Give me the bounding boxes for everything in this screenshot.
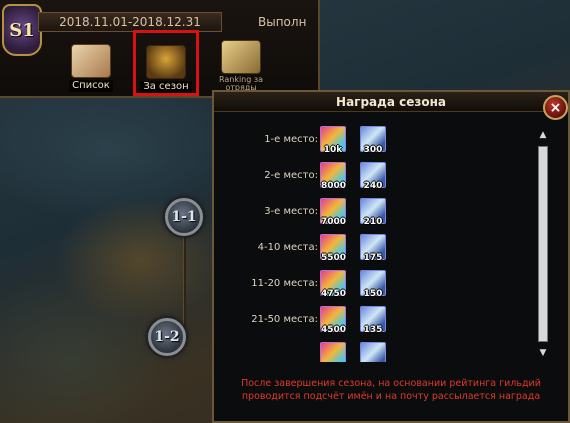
helmet-icon[interactable]: 175 (360, 234, 386, 263)
reward-note-line: После завершения сезона, на основании ре… (241, 378, 541, 389)
rainbow-crystal-icon[interactable]: 5500 (320, 234, 347, 263)
tab-ranking[interactable]: Ranking за отряды (208, 36, 274, 92)
map-node-label: 1-1 (171, 209, 197, 225)
helmet-icon[interactable]: 210 (360, 198, 386, 227)
tab-label: За сезон (140, 81, 192, 93)
reward-quantity: 4750 (321, 289, 347, 299)
header-right-title: Выполн (258, 15, 307, 29)
season-badge-label: S1 (9, 19, 35, 41)
map-node-label: 1-2 (154, 329, 180, 345)
reward-row: 3-е место: 7000 210 (214, 198, 534, 234)
reward-row-partial (214, 342, 534, 362)
rainbow-crystal-icon[interactable] (320, 342, 346, 362)
reward-note: После завершения сезона, на основании ре… (228, 377, 554, 403)
reward-quantity: 4500 (321, 325, 347, 335)
tab-list[interactable]: Список (58, 36, 124, 92)
helmet-icon[interactable]: 300 (360, 126, 386, 155)
reward-row: 11-20 места: 4750 150 (214, 270, 534, 306)
place-label: 4-10 места: (257, 242, 318, 253)
reward-row: 21-50 места: 4500 135 (214, 306, 534, 342)
place-label: 1-е место: (264, 134, 318, 145)
reward-row: 4-10 места: 5500 175 (214, 234, 534, 270)
rainbow-crystal-icon[interactable]: 10k (320, 126, 346, 155)
season-date-range: 2018.11.01-2018.12.31 (38, 12, 222, 32)
open-book-icon (221, 40, 261, 74)
place-label: 2-е место: (264, 170, 318, 181)
place-label: 11-20 места: (251, 278, 318, 289)
place-label: 3-е место: (264, 206, 318, 217)
season-reward-panel: Награда сезона × 1-е место: 10k 300 2-е … (212, 90, 570, 423)
tab-label: Список (69, 80, 113, 92)
helmet-icon[interactable] (360, 342, 386, 362)
season-badge-icon: S1 (2, 4, 42, 56)
reward-quantity: 175 (363, 253, 383, 263)
reward-quantity: 8000 (321, 181, 347, 191)
close-button[interactable]: × (543, 95, 568, 120)
tab-season[interactable]: За сезон (133, 30, 199, 96)
reward-quantity: 135 (363, 325, 383, 335)
reward-quantity: 5500 (321, 253, 347, 263)
season-header-panel: S1 2018.11.01-2018.12.31 Выполн Список З… (0, 0, 320, 98)
reward-quantity: 7000 (321, 217, 347, 227)
panel-title: Награда сезона (214, 92, 568, 112)
reward-scrollbar[interactable]: ▲ ▼ (536, 130, 550, 358)
scroll-icon (71, 44, 111, 78)
helmet-icon[interactable]: 150 (360, 270, 386, 299)
rainbow-crystal-icon[interactable]: 4500 (320, 306, 347, 335)
map-node-1-2[interactable]: 1-2 (148, 318, 186, 356)
reward-list[interactable]: 1-е место: 10k 300 2-е место: 8000 240 3… (214, 122, 534, 362)
reward-row: 1-е место: 10k 300 (214, 126, 534, 162)
scroll-track[interactable] (538, 146, 548, 342)
reward-quantity: 300 (363, 145, 383, 155)
scroll-up-icon[interactable]: ▲ (538, 130, 548, 140)
reward-quantity: 10k (323, 145, 343, 155)
reward-row: 2-е место: 8000 240 (214, 162, 534, 198)
scroll-down-icon[interactable]: ▼ (538, 348, 548, 358)
helmet-icon[interactable]: 240 (360, 162, 386, 191)
reward-quantity: 210 (363, 217, 383, 227)
reward-quantity: 240 (363, 181, 383, 191)
reward-note-line: проводится подсчёт имён и на почту рассы… (241, 391, 541, 402)
treasure-chest-icon (146, 45, 186, 79)
helmet-icon[interactable]: 135 (360, 306, 386, 335)
close-icon: × (549, 99, 562, 116)
rainbow-crystal-icon[interactable]: 4750 (320, 270, 347, 299)
rainbow-crystal-icon[interactable]: 8000 (320, 162, 347, 191)
rainbow-crystal-icon[interactable]: 7000 (320, 198, 347, 227)
reward-quantity: 150 (363, 289, 383, 299)
map-node-1-1[interactable]: 1-1 (165, 198, 203, 236)
map-path (183, 232, 186, 328)
place-label: 21-50 места: (251, 314, 318, 325)
